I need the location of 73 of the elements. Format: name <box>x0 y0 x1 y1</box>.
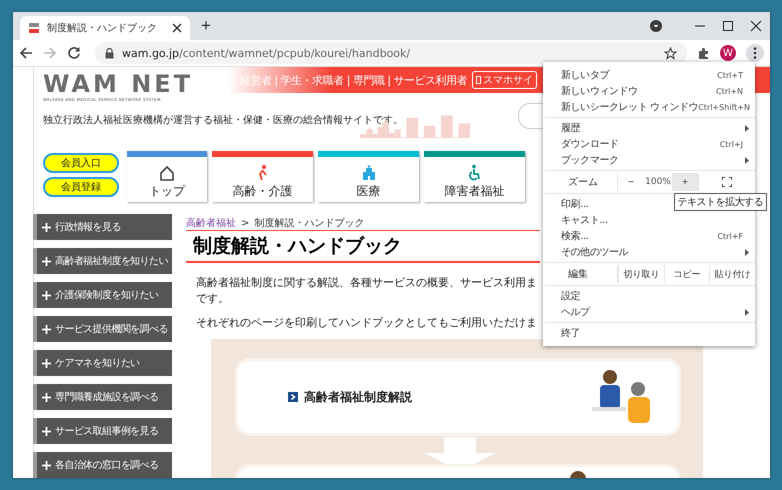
tab-search-icon[interactable] <box>650 20 662 32</box>
sidebar-item[interactable]: 専門職養成施設を調べる <box>33 384 172 410</box>
address-bar[interactable]: wam.go.jp/content/wamnet/pcpub/kourei/handbook/ <box>95 42 687 64</box>
menu-item[interactable]: キャスト... <box>543 212 755 228</box>
menu-item[interactable]: 終了 <box>543 325 755 341</box>
mobile-site-link[interactable]: スマホサイ <box>472 71 538 89</box>
plus-icon <box>42 392 51 402</box>
menu-item[interactable]: ヘルプ <box>543 304 755 320</box>
menu-item[interactable]: 新しいウィンドウ Ctrl+N <box>543 83 755 99</box>
plus-icon <box>42 324 51 334</box>
sidebar-item[interactable]: サービス提供機関を調べる <box>33 316 172 342</box>
chevron-icon <box>288 392 298 402</box>
tooltip: テキストを拡大する <box>674 193 767 211</box>
submenu-arrow-icon <box>745 308 749 316</box>
sidebar-item[interactable]: ケアマネを知りたい <box>33 350 172 376</box>
zoom-in-button[interactable]: + <box>672 173 698 191</box>
body-text: 高齢者福祉制度に関する解説、各種サービスの概要、サービス利用ま <box>196 275 537 291</box>
sidebar-item[interactable]: サービス取組事例を見る <box>33 418 172 444</box>
page-heading: 制度解説・ハンドブック <box>186 230 540 263</box>
nav-tab[interactable]: 障害者福祉 <box>424 151 525 202</box>
member-button[interactable]: 会員登録 <box>43 177 119 197</box>
sidebar-item[interactable]: 高齢者福祉制度を知りたい <box>33 248 172 274</box>
edit-button[interactable]: 貼り付け <box>709 265 756 283</box>
site-logo[interactable]: WAM NET <box>43 71 228 97</box>
plus-icon <box>42 222 51 232</box>
lock-icon <box>105 48 114 58</box>
member-button[interactable]: 会員入口 <box>43 153 119 173</box>
plus-icon <box>42 290 51 300</box>
more-menu-icon[interactable] <box>746 44 764 62</box>
back-icon[interactable] <box>19 46 33 60</box>
browser-tab[interactable]: 制度解説・ハンドブック <box>20 16 190 40</box>
sidebar-item[interactable]: 各自治体の窓口を調べる <box>33 452 172 478</box>
menu-item[interactable]: 新しいシークレット ウィンドウCtrl+Shift+N <box>543 99 755 115</box>
body-text: です。 <box>196 291 229 307</box>
card-link[interactable]: 高齢者福祉制度解説 <box>304 388 412 406</box>
nav-tab[interactable]: 高齢・介護 <box>212 151 313 202</box>
site-favicon-icon <box>28 22 40 34</box>
breadcrumb-separator: > <box>241 218 250 228</box>
close-icon[interactable] <box>172 23 182 33</box>
house-icon <box>158 164 176 182</box>
zoom-level: 100% <box>644 176 672 189</box>
sidebar-item[interactable]: 行政情報を見る <box>33 214 172 240</box>
close-icon[interactable] <box>750 20 762 32</box>
submenu-arrow-icon <box>745 156 749 164</box>
body-text: それぞれのページを印刷してハンドブックとしてもご利用いただけま <box>196 315 537 331</box>
sidebar-item[interactable]: 介護保険制度を知りたい <box>33 282 172 308</box>
plus-icon <box>42 358 51 368</box>
submenu-arrow-icon <box>745 124 749 132</box>
phone-icon <box>476 76 482 84</box>
nav-tab[interactable]: トップ <box>127 151 207 202</box>
plus-icon <box>42 256 51 266</box>
fullscreen-icon <box>722 177 732 187</box>
breadcrumb-current: 制度解説・ハンドブック <box>254 216 364 230</box>
new-tab-button[interactable]: + <box>194 14 218 38</box>
tab-title: 制度解説・ハンドブック <box>47 22 158 35</box>
menu-item[interactable]: 新しいタブ Ctrl+T <box>543 67 755 83</box>
maximize-icon[interactable] <box>722 20 734 32</box>
profile-avatar[interactable]: W <box>720 45 736 61</box>
menu-item[interactable]: その他のツール <box>543 244 755 260</box>
star-icon[interactable] <box>664 46 677 60</box>
plus-icon <box>42 460 51 470</box>
menu-item[interactable]: 設定 <box>543 288 755 304</box>
menu-item[interactable]: ダウンロード Ctrl+J <box>543 136 755 152</box>
plus-icon <box>42 426 51 436</box>
reload-icon[interactable] <box>67 46 81 60</box>
menu-item[interactable]: ブックマーク <box>543 152 755 168</box>
breadcrumb-link[interactable]: 高齢者福祉 <box>186 216 236 230</box>
url-text: wam.go.jp/content/wamnet/pcpub/kourei/handbook/ <box>122 46 410 60</box>
nav-tab[interactable]: 医療 <box>318 151 419 202</box>
menu-item[interactable]: 検索... Ctrl+F <box>543 228 755 244</box>
menu-item[interactable]: 履歴 <box>543 120 755 136</box>
puzzle-icon[interactable] <box>697 46 710 60</box>
submenu-arrow-icon <box>745 248 749 256</box>
